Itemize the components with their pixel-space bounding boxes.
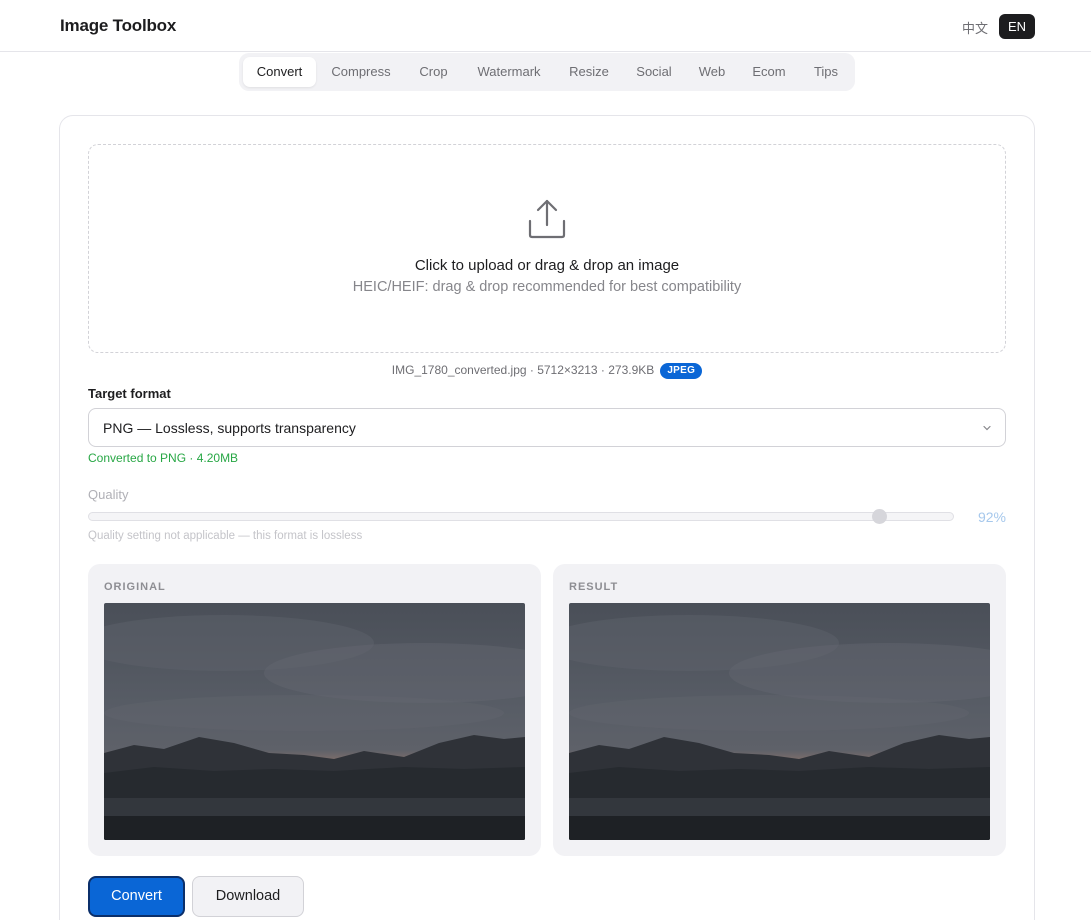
quality-label: Quality: [88, 487, 129, 502]
top-bar: Image Toolbox 中文 EN: [0, 0, 1091, 52]
tab-convert[interactable]: Convert: [243, 57, 316, 87]
tab-resize[interactable]: Resize: [557, 57, 621, 87]
tab-web[interactable]: Web: [687, 57, 737, 87]
file-info: IMG_1780_converted.jpg · 5712×3213 · 273…: [88, 361, 1006, 379]
target-format-value: PNG — Lossless, supports transparency: [103, 420, 356, 436]
app-title: Image Toolbox: [60, 16, 177, 35]
file-info-text: IMG_1780_converted.jpg · 5712×3213 · 273…: [391, 363, 655, 377]
upload-title: Click to upload or drag & drop an image: [414, 257, 680, 274]
tab-tips[interactable]: Tips: [801, 57, 851, 87]
upload-icon: [528, 199, 566, 239]
language-en-button[interactable]: EN: [999, 14, 1035, 39]
download-button[interactable]: Download: [192, 876, 304, 917]
tab-compress[interactable]: Compress: [320, 57, 402, 87]
conversion-status: Converted to PNG · 4.20MB: [88, 451, 239, 465]
chevron-down-icon: [983, 425, 991, 431]
quality-value: 92%: [977, 509, 1006, 525]
quality-slider[interactable]: [88, 512, 954, 521]
tab-ecom[interactable]: Ecom: [741, 57, 797, 87]
quality-slider-thumb[interactable]: [871, 509, 887, 524]
upload-hint: HEIC/HEIF: drag & drop recommended for b…: [352, 279, 742, 295]
tab-watermark[interactable]: Watermark: [465, 57, 553, 87]
tab-social[interactable]: Social: [625, 57, 683, 87]
result-label: RESULT: [569, 581, 619, 593]
language-zh-button[interactable]: 中文: [955, 18, 995, 37]
quality-note: Quality setting not applicable — this fo…: [88, 530, 363, 542]
original-preview-panel: ORIGINAL: [88, 564, 541, 856]
result-image: [569, 603, 990, 840]
upload-dropzone[interactable]: [88, 144, 1006, 353]
target-format-select[interactable]: PNG — Lossless, supports transparency: [88, 408, 1006, 447]
tab-crop[interactable]: Crop: [406, 57, 461, 87]
tool-tabs: Convert Compress Crop Watermark Resize S…: [239, 53, 855, 91]
original-image: [104, 603, 525, 840]
original-label: ORIGINAL: [104, 581, 166, 593]
convert-button[interactable]: Convert: [88, 876, 185, 917]
target-format-label: Target format: [88, 386, 171, 401]
result-preview-panel: RESULT: [553, 564, 1006, 856]
format-badge: JPEG: [660, 363, 703, 379]
